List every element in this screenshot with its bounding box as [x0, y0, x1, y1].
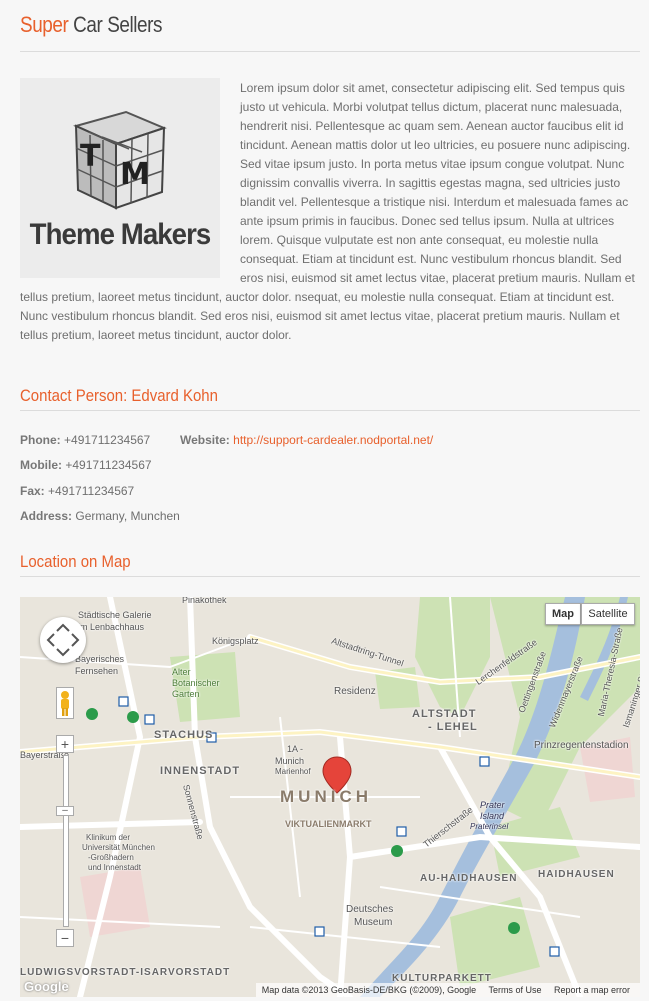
- title-accent: Super: [20, 12, 69, 37]
- address-row: Address: Germany, Munchen: [20, 509, 180, 523]
- phone-row: Phone: +491711234567: [20, 433, 150, 447]
- terms-link[interactable]: Terms of Use: [488, 985, 541, 995]
- phone-label: Phone:: [20, 433, 61, 447]
- mobile-row: Mobile: +491711234567: [20, 458, 152, 472]
- map-label: -Großhadern: [88, 853, 134, 862]
- map-label: Prater: [480, 800, 505, 810]
- fax-label: Fax:: [20, 484, 45, 498]
- map-label: LUDWIGSVORSTADT-ISARVORSTADT: [20, 967, 231, 978]
- address-value: Germany, Munchen: [75, 509, 180, 523]
- map-label: VIKTUALIENMARKT: [285, 819, 372, 829]
- location-divider: [20, 576, 640, 577]
- website-row: Website: http://support-cardealer.nodpor…: [180, 433, 433, 447]
- map-label: MUNICH: [280, 787, 372, 806]
- map-attribution: Map data ©2013 GeoBasis-DE/BKG (©2009), …: [261, 985, 477, 995]
- google-map[interactable]: Pinakothek Städtische Galerie im Lenbach…: [20, 597, 640, 997]
- map-label: STACHUS: [154, 729, 214, 741]
- address-label: Address:: [20, 509, 73, 523]
- svg-text:T: T: [80, 139, 101, 174]
- mobile-value: +491711234567: [65, 458, 152, 472]
- contact-heading: Contact Person: Edvard Kohn: [20, 386, 218, 405]
- map-label: Deutsches: [346, 904, 394, 915]
- map-label: und Innenstadt: [88, 863, 141, 872]
- map-label: Fernsehen: [75, 666, 119, 676]
- page: Super Car Sellers Lorem ipsum dolor sit …: [0, 0, 649, 1001]
- report-error-link[interactable]: Report a map error: [554, 985, 630, 995]
- fax-row: Fax: +491711234567: [20, 484, 134, 498]
- zoom-in-button[interactable]: +: [56, 735, 74, 753]
- map-label: 1A -: [287, 744, 304, 754]
- zoom-slider-handle[interactable]: –: [56, 806, 74, 816]
- zoom-control: + – −: [56, 735, 74, 947]
- company-logo: T M Theme Makers: [20, 78, 220, 278]
- title-rest: Car Sellers: [73, 12, 163, 37]
- street-view-pegman[interactable]: [56, 687, 74, 719]
- map-label: Residenz: [334, 686, 376, 697]
- location-heading: Location on Map: [20, 552, 131, 571]
- map-label: Praterinsel: [470, 822, 509, 831]
- map-label: Universität München: [82, 843, 155, 852]
- map-label: Museum: [354, 917, 393, 928]
- zoom-out-button[interactable]: −: [56, 929, 74, 947]
- title-divider: [20, 51, 640, 52]
- map-label: - LEHEL: [428, 721, 478, 733]
- pan-control[interactable]: [40, 617, 86, 663]
- map-label: im Lenbachhaus: [78, 622, 145, 632]
- google-logo: Google: [24, 979, 69, 994]
- map-label: Städtische Galerie: [78, 610, 152, 620]
- pan-arrows-icon: [46, 623, 80, 657]
- map-type-button[interactable]: Map: [545, 603, 581, 625]
- zoom-slider-track[interactable]: [63, 755, 69, 927]
- map-label: Prinzregentenstadion: [534, 740, 629, 751]
- fax-value: +491711234567: [48, 484, 135, 498]
- map-label: Marienhof: [275, 767, 311, 776]
- map-label: Pinakothek: [182, 597, 227, 605]
- map-label: Island: [480, 811, 505, 821]
- map-label: Klinikum der: [86, 833, 131, 842]
- logo-text: Theme Makers: [29, 218, 212, 251]
- phone-value: +491711234567: [64, 433, 151, 447]
- map-label: Munich: [275, 756, 305, 766]
- website-label: Website:: [180, 433, 230, 447]
- mobile-label: Mobile:: [20, 458, 62, 472]
- map-label: Garten: [172, 689, 200, 699]
- page-title: Super Car Sellers: [20, 12, 162, 38]
- map-label: ALTSTADT: [412, 708, 477, 720]
- cube-logo-icon: T M: [73, 110, 167, 210]
- contact-divider: [20, 410, 640, 411]
- map-footer: Map data ©2013 GeoBasis-DE/BKG (©2009), …: [255, 983, 640, 997]
- map-label: HAIDHAUSEN: [538, 869, 615, 880]
- pegman-icon: [61, 691, 69, 716]
- map-label: Alter: [172, 667, 191, 677]
- website-link[interactable]: http://support-cardealer.nodportal.net/: [233, 433, 433, 447]
- map-label: Botanischer: [172, 678, 220, 688]
- svg-text:M: M: [120, 157, 150, 192]
- map-label: AU-HAIDHAUSEN: [420, 873, 518, 884]
- map-label: Königsplatz: [212, 636, 259, 646]
- map-label: INNENSTADT: [160, 765, 241, 777]
- satellite-type-button[interactable]: Satellite: [581, 603, 635, 625]
